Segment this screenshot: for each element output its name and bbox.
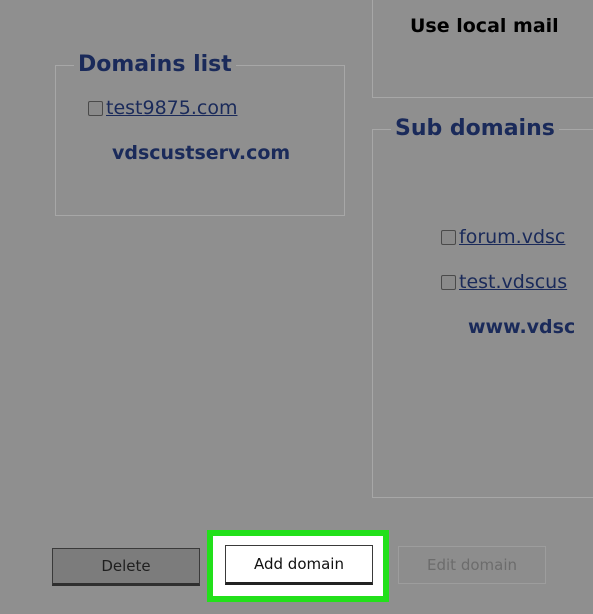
subdomain-link[interactable]: test.vdscus	[459, 271, 567, 293]
domains-list-legend: Domains list	[78, 52, 232, 77]
checkbox-icon[interactable]	[88, 100, 103, 116]
subdomain-link[interactable]: forum.vdsc	[459, 226, 565, 248]
sub-domains-panel: Sub domains	[372, 118, 593, 498]
domain-link[interactable]: test9875.com	[106, 97, 237, 119]
subdomain-item-www: www.vdsc	[468, 316, 576, 338]
subdomain-item-forum[interactable]: forum.vdsc	[441, 226, 565, 248]
domains-list-panel: Domains list	[55, 54, 345, 216]
delete-button[interactable]: Delete	[52, 548, 200, 586]
sub-domains-legend: Sub domains	[395, 116, 555, 141]
use-local-mail-label: Use local mail	[410, 15, 559, 37]
domains-settings-page: Use local mail Domains list test9875.com…	[0, 0, 593, 614]
edit-domain-button[interactable]: Edit domain	[398, 546, 546, 584]
domain-item-test9875[interactable]: test9875.com	[88, 97, 237, 119]
domain-item-vdscustserv: vdscustserv.com	[112, 142, 291, 164]
checkbox-icon[interactable]	[441, 274, 456, 290]
add-domain-button[interactable]: Add domain	[225, 545, 373, 585]
checkbox-icon[interactable]	[441, 229, 456, 245]
subdomain-item-test[interactable]: test.vdscus	[441, 271, 567, 293]
